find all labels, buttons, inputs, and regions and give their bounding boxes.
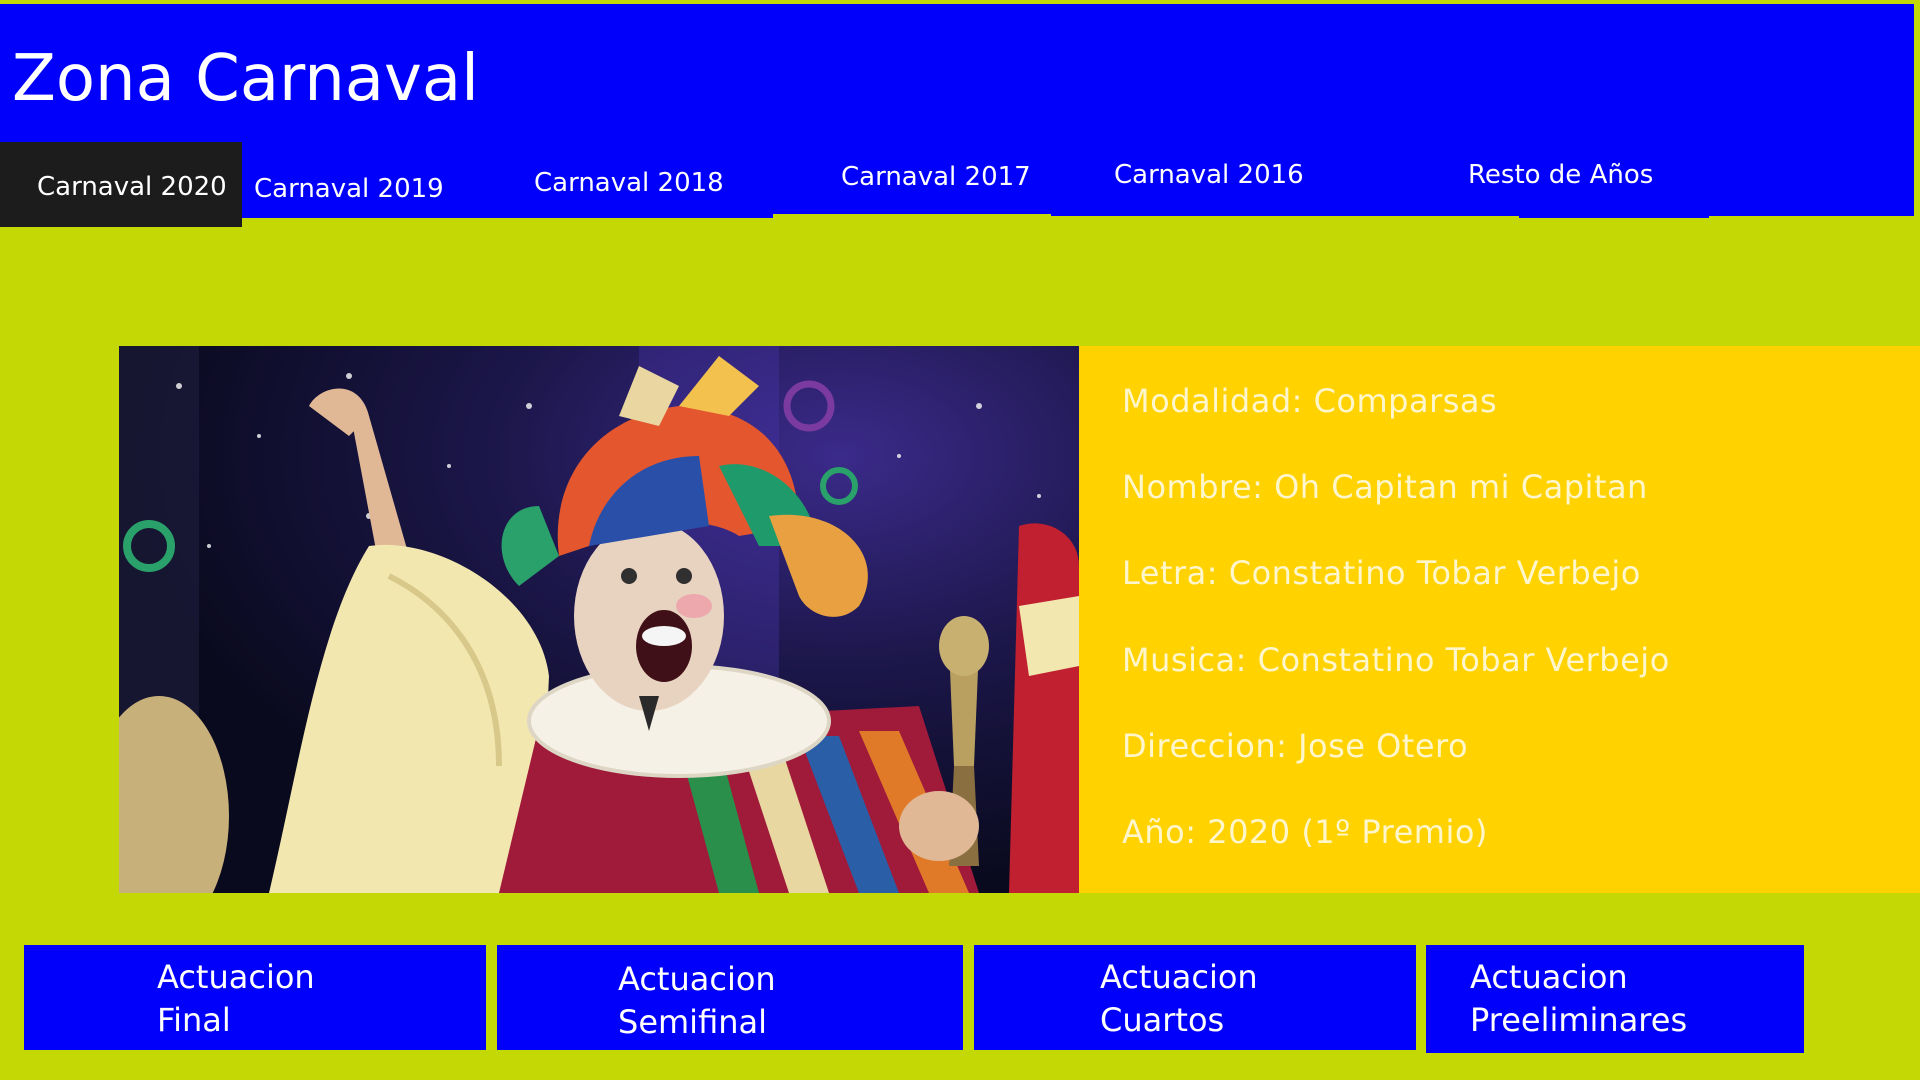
tab-carnaval-2016[interactable]: Carnaval 2016	[1114, 160, 1304, 190]
jester-illustration	[119, 346, 1079, 893]
button-line1: Actuacion	[618, 960, 776, 998]
button-line1: Actuacion	[1100, 958, 1258, 996]
actuacion-cuartos-button[interactable]: Actuacion Cuartos	[974, 945, 1416, 1050]
nombre-text: Nombre: Oh Capitan mi Capitan	[1122, 468, 1648, 506]
header-notch	[1051, 216, 1519, 222]
tab-carnaval-2017[interactable]: Carnaval 2017	[841, 162, 1031, 192]
tab-carnaval-2019[interactable]: Carnaval 2019	[254, 174, 444, 204]
button-line2: Cuartos	[1100, 1001, 1225, 1039]
actuacion-semifinal-button[interactable]: Actuacion Semifinal	[497, 945, 963, 1050]
button-line2: Preeliminares	[1470, 1001, 1688, 1039]
info-panel: Modalidad: Comparsas Nombre: Oh Capitan …	[1079, 346, 1920, 893]
tab-carnaval-2020[interactable]: Carnaval 2020	[0, 142, 242, 227]
actuacion-final-button[interactable]: Actuacion Final	[24, 945, 486, 1050]
actuacion-preeliminares-button[interactable]: Actuacion Preeliminares	[1426, 945, 1804, 1053]
header-notch	[1709, 216, 1920, 222]
musica-text: Musica: Constatino Tobar Verbejo	[1122, 641, 1670, 679]
tab-resto-de-anos[interactable]: Resto de Años	[1468, 160, 1653, 190]
button-line1: Actuacion	[1470, 958, 1628, 996]
modalidad-text: Modalidad: Comparsas	[1122, 382, 1498, 420]
button-line2: Final	[157, 1001, 231, 1039]
direccion-text: Direccion: Jose Otero	[1122, 727, 1469, 765]
site-title: Zona Carnaval	[12, 42, 479, 116]
letra-text: Letra: Constatino Tobar Verbejo	[1122, 554, 1641, 592]
header-notch	[773, 214, 1051, 222]
tab-carnaval-2018[interactable]: Carnaval 2018	[534, 168, 724, 198]
comparsa-photo	[119, 346, 1079, 893]
button-line1: Actuacion	[157, 958, 315, 996]
button-line2: Semifinal	[618, 1003, 767, 1041]
header: Zona Carnaval Carnaval 2020 Carnaval 201…	[0, 4, 1914, 227]
anio-text: Año: 2020 (1º Premio)	[1122, 813, 1488, 851]
